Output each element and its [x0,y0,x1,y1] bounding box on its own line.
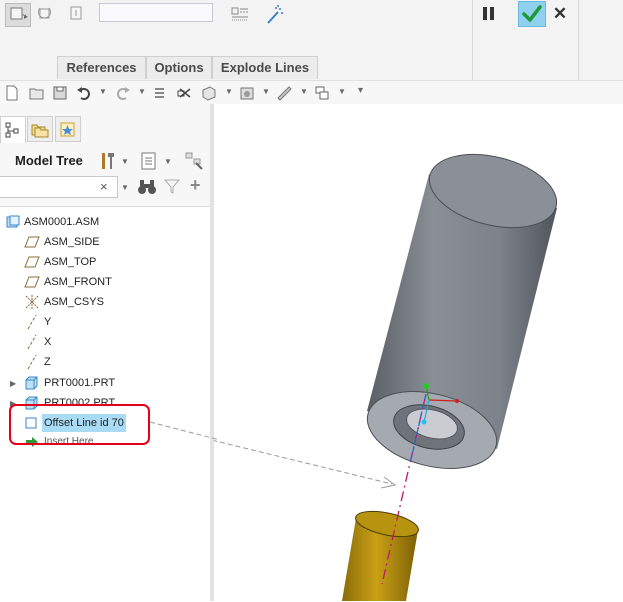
dashboard-separator [578,0,579,80]
navigator-panel: Model Tree ▼ ▼ × ▼ + ASM0001.ASM ASM_SID… [0,104,213,602]
ok-button[interactable] [518,1,546,27]
tree-item-label: ASM_CSYS [44,296,104,308]
tree-item-label: ASM_FRONT [44,276,112,288]
datum-axis-icon [27,334,37,350]
datum-plane-icon [24,236,40,248]
view-manager-icon[interactable] [239,85,255,101]
chevron-down-icon[interactable]: ▼ [338,87,346,96]
pause-icon [483,7,487,20]
tree-item-label: PRT0001.PRT [44,377,116,389]
search-input[interactable]: × [0,176,118,198]
expand-arrow-icon[interactable]: ▶ [10,379,16,388]
chevron-down-icon[interactable]: ▼ [138,87,146,96]
callout-connector [214,440,393,485]
dashboard-separator [472,0,473,80]
chevron-right-icon: ▸ [24,12,29,21]
filter-icon[interactable] [164,178,180,194]
magic-wand-icon [267,5,283,24]
redo-icon[interactable] [115,85,131,101]
regenerate-icon[interactable] [152,85,168,101]
settings-tools-icon[interactable] [98,151,118,171]
windows-icon[interactable] [314,85,330,101]
clear-search-icon[interactable]: × [100,179,108,194]
tree-item-label: Z [44,356,51,368]
datum-axis-icon [27,354,37,370]
tab-model-tree[interactable] [0,116,26,143]
model-tree-title: Model Tree [15,153,83,168]
display-style-icon[interactable] [201,85,217,101]
chevron-down-icon[interactable]: ▼ [225,87,233,96]
tree-item-label: ASM0001.ASM [24,216,100,228]
pause-button[interactable] [478,4,500,24]
assembly-icon [6,215,20,228]
new-icon[interactable] [4,85,20,101]
callout-connector-start [149,421,220,440]
z-axis-handle[interactable] [421,419,427,425]
line-style-button[interactable] [227,3,253,27]
undo-icon[interactable] [76,85,92,101]
quick-access-toolbar: ▼ ▼ ▼ ▼ ▼ ▼ ▾ [0,80,623,105]
tree-item-label: Y [44,316,52,328]
customize-icon[interactable]: ▾ [358,85,363,96]
chevron-down-icon[interactable]: ▼ [164,157,172,166]
part-icon [25,376,38,390]
wand-button[interactable] [262,3,288,27]
explode-line-dashboard: ▸ ✕ References Options Explode Lines [0,0,623,80]
filter-tree-icon[interactable] [184,151,204,171]
graphics-window[interactable] [214,104,623,601]
folder-icon [31,124,49,138]
chevron-down-icon[interactable]: ▼ [300,87,308,96]
y-axis-handle[interactable] [423,383,429,389]
show-columns-icon[interactable] [139,151,159,171]
name-field[interactable] [99,3,213,22]
pause-icon [490,7,494,20]
annotation-highlight-box [9,404,150,445]
save-icon[interactable] [52,85,68,101]
callout-arrowhead [380,476,397,489]
measure-icon[interactable] [276,85,292,101]
favorites-icon [60,122,75,137]
chevron-down-icon[interactable]: ▼ [121,183,129,192]
model-viewport[interactable] [214,104,623,601]
flip-line-icon [70,6,82,20]
cancel-button[interactable]: ✕ [550,4,570,24]
tab-options[interactable]: Options [146,56,212,79]
checkmark-icon [522,5,542,22]
tab-references[interactable]: References [57,56,146,79]
offset-line-flip-button[interactable] [64,3,90,27]
find-binoculars-icon[interactable] [137,178,157,196]
model-tree-icon [5,122,19,138]
tab-explode-lines[interactable]: Explode Lines [212,56,318,79]
chevron-down-icon[interactable]: ▼ [99,87,107,96]
tab-folder-browser[interactable] [27,116,53,142]
datum-axis-icon [27,314,37,330]
close-icon: ✕ [552,4,568,23]
datum-plane-icon [24,276,40,288]
chevron-down-icon[interactable]: ▼ [262,87,270,96]
tree-item-label: X [44,336,52,348]
tree-item-label: ASM_SIDE [44,236,100,248]
rotate-line-icon [38,7,51,19]
add-icon[interactable]: + [190,175,201,196]
part-prt0001[interactable] [359,142,564,481]
part-prt0002[interactable] [342,507,421,601]
offset-line-rotate-button[interactable] [34,3,60,27]
chevron-down-icon[interactable]: ▼ [121,157,129,166]
csys-icon [25,295,39,309]
open-icon[interactable] [29,85,45,101]
x-axis-handle[interactable] [455,399,459,403]
close-window-icon[interactable] [177,85,193,101]
tree-item-label: ASM_TOP [44,256,97,268]
line-style-icon [231,7,248,21]
datum-plane-icon [24,256,40,268]
tab-favorites[interactable] [55,116,81,142]
